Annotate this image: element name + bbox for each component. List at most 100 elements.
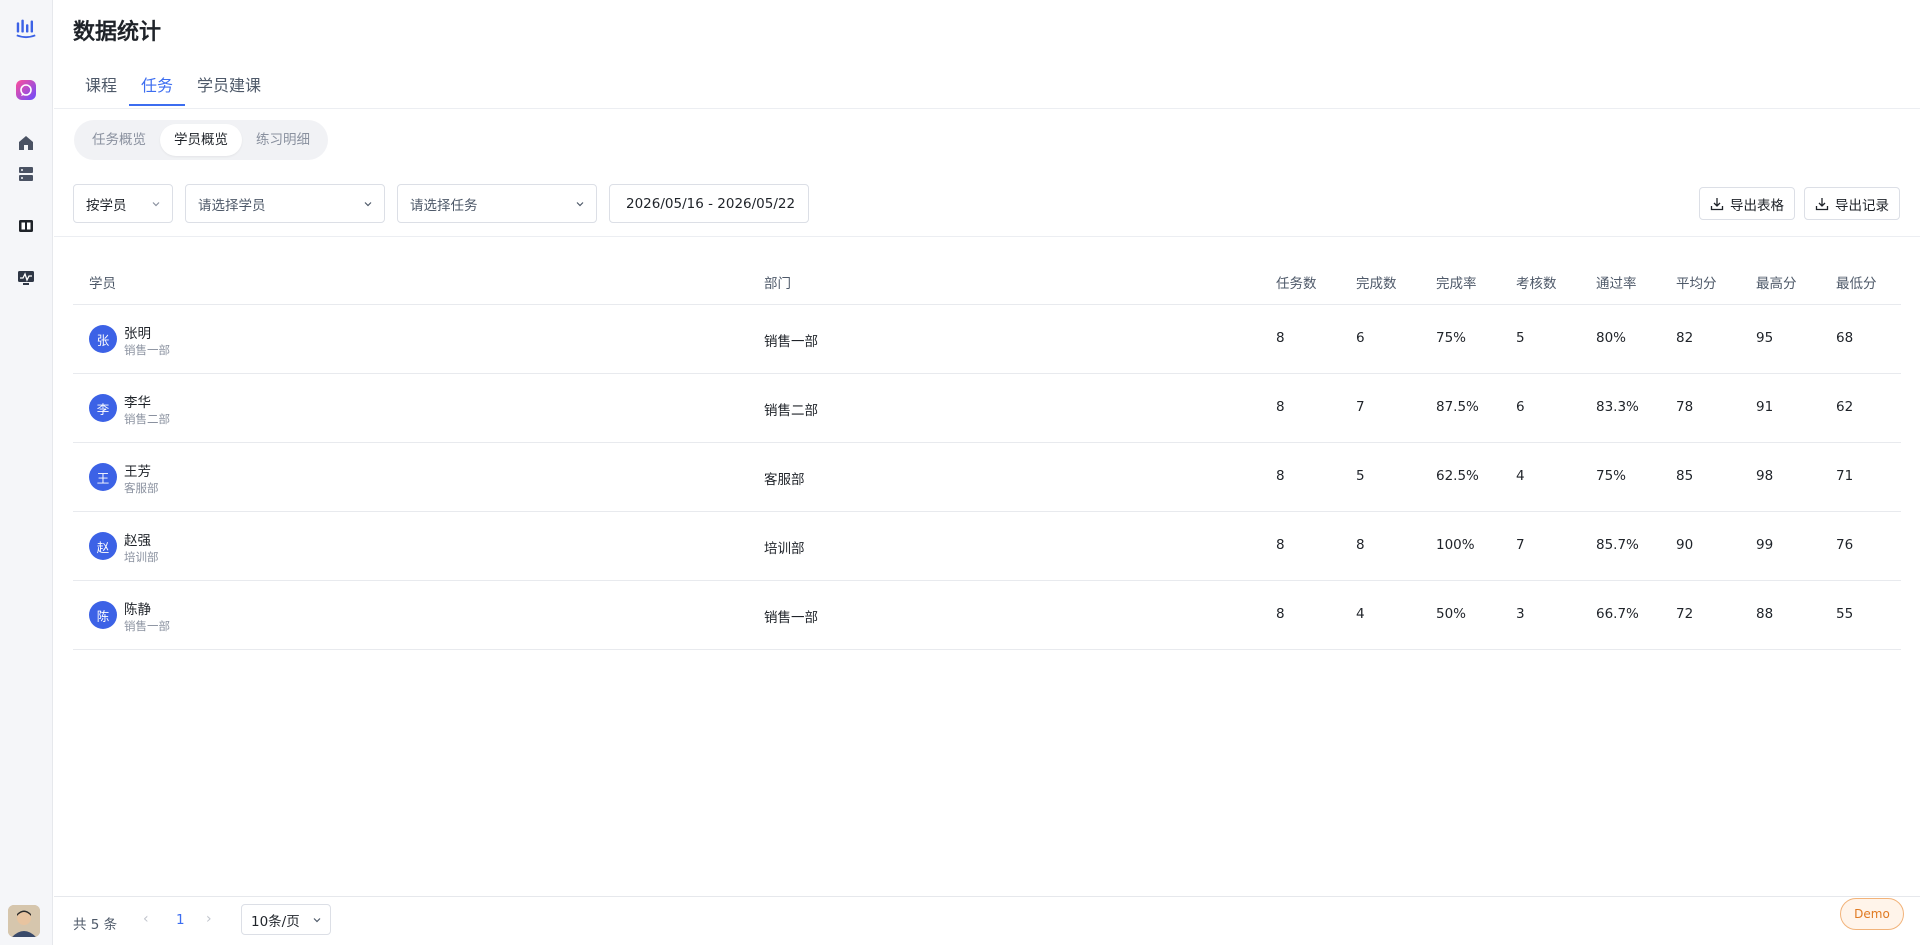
page-number[interactable]: 1 — [176, 912, 185, 928]
student-avatar: 李 — [89, 394, 117, 422]
student-name: 赵强 — [124, 533, 151, 549]
student-name: 陈静 — [124, 602, 151, 618]
cell-done: 4 — [1356, 606, 1365, 622]
student-select[interactable]: 请选择学员 — [185, 184, 385, 223]
book-icon[interactable] — [14, 214, 38, 238]
cell-min: 76 — [1836, 537, 1854, 553]
cell-rate: 62.5% — [1436, 468, 1479, 484]
subtab-student-overview[interactable]: 学员概览 — [160, 124, 242, 156]
mode-select-value: 按学员 — [86, 197, 127, 214]
cell-min: 55 — [1836, 606, 1854, 622]
page-size-select[interactable]: 10条/页 — [241, 904, 331, 935]
home-icon[interactable] — [14, 131, 38, 155]
cell-pass: 66.7% — [1596, 606, 1639, 622]
task-select[interactable]: 请选择任务 — [397, 184, 597, 223]
cell-avg: 90 — [1676, 537, 1694, 553]
student-name: 张明 — [124, 326, 151, 342]
date-range-picker[interactable]: 2026/05/16 - 2026/05/22 — [609, 184, 809, 223]
mode-select[interactable]: 按学员 — [73, 184, 173, 223]
export-records-button[interactable]: 导出记录 — [1804, 187, 1900, 220]
cell-avg: 78 — [1676, 399, 1694, 415]
table-row[interactable]: 李 李华 销售二部 销售二部 8 7 87.5% 6 83.3% 78 91 6… — [73, 374, 1901, 443]
chevron-down-icon — [364, 201, 372, 206]
student-sub-dept: 销售一部 — [124, 619, 170, 633]
export-table-label: 导出表格 — [1730, 197, 1784, 214]
cell-dept: 销售二部 — [764, 403, 818, 419]
chevron-left-icon[interactable]: ‹ — [143, 911, 149, 927]
col-tasks: 任务数 — [1276, 276, 1317, 292]
col-avg: 平均分 — [1676, 276, 1717, 292]
cell-max: 91 — [1756, 399, 1774, 415]
cell-done: 7 — [1356, 399, 1365, 415]
cell-tasks: 8 — [1276, 537, 1285, 553]
page-size-value: 10条/页 — [251, 913, 300, 930]
cell-done: 5 — [1356, 468, 1365, 484]
table-row[interactable]: 陈 陈静 销售一部 销售一部 8 4 50% 3 66.7% 72 88 55 — [73, 581, 1901, 650]
chart-logo-icon[interactable] — [14, 15, 38, 39]
total-count: 共 5 条 — [73, 917, 118, 933]
col-dept: 部门 — [764, 276, 791, 292]
student-sub-dept: 销售二部 — [124, 412, 170, 426]
cell-exams: 6 — [1516, 399, 1525, 415]
page-title: 数据统计 — [73, 20, 162, 45]
filter-bar: 按学员 请选择学员 请选择任务 2026/05/16 - 2026/05/22 — [73, 184, 809, 223]
col-student: 学员 — [89, 276, 116, 292]
cell-rate: 50% — [1436, 606, 1467, 622]
chevron-down-icon — [576, 201, 584, 206]
cell-dept: 培训部 — [764, 541, 805, 557]
export-table-button[interactable]: 导出表格 — [1699, 187, 1795, 220]
col-done: 完成数 — [1356, 276, 1397, 292]
subtab-segment: 任务概览 学员概览 练习明细 — [74, 120, 328, 160]
cell-min: 68 — [1836, 330, 1854, 346]
tab-task[interactable]: 任务 — [129, 68, 186, 106]
cell-tasks: 8 — [1276, 399, 1285, 415]
student-avatar: 赵 — [89, 532, 117, 560]
task-select-placeholder: 请选择任务 — [410, 197, 478, 214]
cell-rate: 75% — [1436, 330, 1467, 346]
cell-min: 71 — [1836, 468, 1854, 484]
table-row[interactable]: 张 张明 销售一部 销售一部 8 6 75% 5 80% 82 95 68 — [73, 305, 1901, 374]
student-name: 王芳 — [124, 464, 151, 480]
cell-dept: 销售一部 — [764, 334, 818, 350]
subtab-practice-detail[interactable]: 练习明细 — [242, 124, 324, 156]
export-actions: 导出表格 导出记录 — [1699, 187, 1900, 220]
chat-bubble-icon[interactable] — [14, 78, 38, 102]
col-exams: 考核数 — [1516, 276, 1557, 292]
student-select-placeholder: 请选择学员 — [198, 197, 266, 214]
download-icon — [1815, 197, 1829, 210]
main-tabs: 课程 任务 学员建课 — [73, 68, 273, 106]
cell-tasks: 8 — [1276, 468, 1285, 484]
cell-pass: 85.7% — [1596, 537, 1639, 553]
user-avatar[interactable] — [8, 905, 40, 937]
chevron-right-icon[interactable]: › — [206, 911, 212, 927]
cell-rate: 87.5% — [1436, 399, 1479, 415]
student-avatar: 王 — [89, 463, 117, 491]
subtab-task-overview[interactable]: 任务概览 — [78, 124, 160, 156]
download-icon — [1710, 197, 1724, 210]
divider — [54, 236, 1920, 237]
cell-max: 95 — [1756, 330, 1774, 346]
server-icon[interactable] — [14, 162, 38, 186]
pagination-footer: 共 5 条 ‹ 1 › 10条/页 — [54, 896, 1920, 945]
cell-avg: 72 — [1676, 606, 1694, 622]
cell-done: 6 — [1356, 330, 1365, 346]
tab-student-course[interactable]: 学员建课 — [185, 68, 273, 102]
table-row[interactable]: 王 王芳 客服部 客服部 8 5 62.5% 4 75% 85 98 71 — [73, 443, 1901, 512]
student-avatar: 陈 — [89, 601, 117, 629]
monitor-icon[interactable] — [14, 266, 38, 290]
table-row[interactable]: 赵 赵强 培训部 培训部 8 8 100% 7 85.7% 90 99 76 — [73, 512, 1901, 581]
cell-exams: 5 — [1516, 330, 1525, 346]
cell-max: 88 — [1756, 606, 1774, 622]
chevron-down-icon — [152, 201, 160, 206]
student-name: 李华 — [124, 395, 151, 411]
cell-done: 8 — [1356, 537, 1365, 553]
col-min: 最低分 — [1836, 276, 1877, 292]
cell-exams: 3 — [1516, 606, 1525, 622]
demo-badge[interactable]: Demo — [1840, 898, 1904, 930]
cell-max: 99 — [1756, 537, 1774, 553]
sidebar — [0, 0, 53, 945]
cell-tasks: 8 — [1276, 330, 1285, 346]
tab-course[interactable]: 课程 — [73, 68, 129, 102]
cell-pass: 83.3% — [1596, 399, 1639, 415]
cell-rate: 100% — [1436, 537, 1475, 553]
